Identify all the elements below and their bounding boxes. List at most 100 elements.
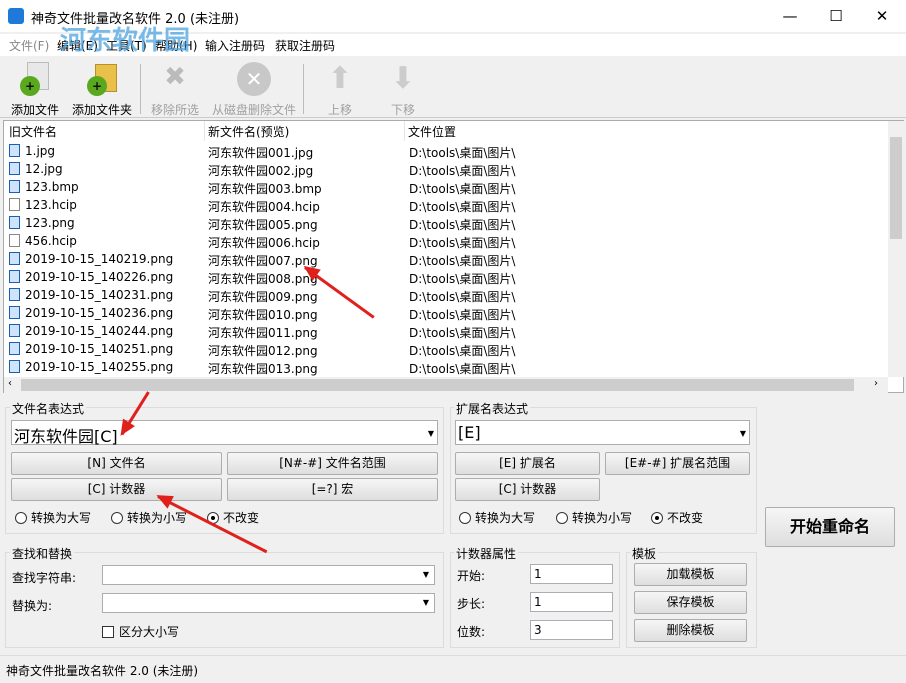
find-input[interactable]: ▼ xyxy=(102,565,435,585)
menu-file[interactable]: 文件(F) xyxy=(9,37,49,54)
file-location: D:\tools\桌面\图片\ xyxy=(409,326,516,340)
maximize-button[interactable]: ☐ xyxy=(813,0,859,32)
insert-macro-button[interactable]: [=?] 宏 xyxy=(227,478,438,501)
chevron-down-icon[interactable]: ▼ xyxy=(428,429,434,438)
old-filename: 2019-10-15_140219.png xyxy=(25,252,174,266)
load-template-button[interactable]: 加载模板 xyxy=(634,563,747,586)
old-filename: 123.hcip xyxy=(25,198,77,212)
add-folder-button[interactable]: + 添加文件夹 xyxy=(70,60,134,117)
menu-enter-code[interactable]: 输入注册码 xyxy=(205,37,265,54)
save-template-button[interactable]: 保存模板 xyxy=(634,591,747,614)
table-row[interactable]: 2019-10-15_140226.png 河东软件园008.png D:\to… xyxy=(4,268,888,286)
new-filename: 河东软件园009.png xyxy=(208,290,318,304)
chevron-down-icon[interactable]: ▼ xyxy=(423,598,429,607)
status-bar: 神奇文件批量改名软件 2.0 (未注册) xyxy=(0,655,906,683)
move-up-button[interactable]: ⬆ 上移 xyxy=(315,60,365,118)
menu-help[interactable]: 帮助(H) xyxy=(155,37,197,54)
filename-uppercase-radio[interactable]: 转换为大写 xyxy=(15,509,91,526)
move-down-button[interactable]: ⬇ 下移 xyxy=(378,60,428,118)
table-row[interactable]: 2019-10-15_140251.png 河东软件园012.png D:\to… xyxy=(4,340,888,358)
minimize-button[interactable]: — xyxy=(767,0,813,32)
table-row[interactable]: 1.jpg 河东软件园001.jpg D:\tools\桌面\图片\ xyxy=(4,142,888,160)
table-row[interactable]: 456.hcip 河东软件园006.hcip D:\tools\桌面\图片\ xyxy=(4,232,888,250)
old-filename: 2019-10-15_140244.png xyxy=(25,324,174,338)
old-filename: 2019-10-15_140226.png xyxy=(25,270,174,284)
old-filename: 12.jpg xyxy=(25,162,63,176)
insert-filename-button[interactable]: [N] 文件名 xyxy=(11,452,222,475)
new-filename: 河东软件园002.jpg xyxy=(208,164,314,178)
vertical-scrollbar[interactable] xyxy=(888,121,904,377)
horizontal-scrollbar[interactable]: ‹ › xyxy=(4,377,888,393)
image-file-icon xyxy=(9,306,20,319)
table-row[interactable]: 2019-10-15_140236.png 河东软件园010.png D:\to… xyxy=(4,304,888,322)
insert-counter-button[interactable]: [C] 计数器 xyxy=(11,478,222,501)
replace-input[interactable]: ▼ xyxy=(102,593,435,613)
add-file-icon: + xyxy=(18,62,52,96)
table-row[interactable]: 2019-10-15_140244.png 河东软件园011.png D:\to… xyxy=(4,322,888,340)
add-file-button[interactable]: + 添加文件 xyxy=(8,60,62,117)
arrow-down-icon: ⬇ xyxy=(390,61,416,96)
file-location: D:\tools\桌面\图片\ xyxy=(409,164,516,178)
menu-tools[interactable]: 工具(T) xyxy=(106,37,147,54)
table-row[interactable]: 2019-10-15_140255.png 河东软件园013.png D:\to… xyxy=(4,358,888,376)
scroll-left-icon[interactable]: ‹ xyxy=(8,378,12,389)
counter-step-input[interactable]: 1 xyxy=(530,592,613,612)
insert-filename-range-button[interactable]: [N#-#] 文件名范围 xyxy=(227,452,438,475)
file-location: D:\tools\桌面\图片\ xyxy=(409,308,516,322)
ext-uppercase-radio[interactable]: 转换为大写 xyxy=(459,509,535,526)
file-location: D:\tools\桌面\图片\ xyxy=(409,182,516,196)
insert-extension-range-button[interactable]: [E#-#] 扩展名范围 xyxy=(605,452,750,475)
menu-bar: 文件(F) 编辑(E) 工具(T) 帮助(H) 输入注册码 获取注册码 xyxy=(0,34,906,56)
horizontal-scroll-thumb[interactable] xyxy=(21,379,854,391)
new-filename: 河东软件园006.hcip xyxy=(208,236,320,250)
insert-ext-counter-button[interactable]: [C] 计数器 xyxy=(455,478,600,501)
new-filename: 河东软件园013.png xyxy=(208,362,318,376)
table-row[interactable]: 2019-10-15_140231.png 河东软件园009.png D:\to… xyxy=(4,286,888,304)
table-row[interactable]: 12.jpg 河东软件园002.jpg D:\tools\桌面\图片\ xyxy=(4,160,888,178)
file-list[interactable]: 旧文件名 新文件名(预览) 文件位置 1.jpg 河东软件园001.jpg D:… xyxy=(3,120,904,393)
insert-extension-button[interactable]: [E] 扩展名 xyxy=(455,452,600,475)
file-location: D:\tools\桌面\图片\ xyxy=(409,218,516,232)
column-header-new-name[interactable]: 新文件名(预览) xyxy=(208,123,289,141)
delete-template-button[interactable]: 删除模板 xyxy=(634,619,747,642)
old-filename: 2019-10-15_140236.png xyxy=(25,306,174,320)
table-row[interactable]: 123.hcip 河东软件园004.hcip D:\tools\桌面\图片\ xyxy=(4,196,888,214)
extension-expression-combo[interactable]: [E] ▼ xyxy=(455,420,750,445)
image-file-icon xyxy=(9,144,20,157)
file-location: D:\tools\桌面\图片\ xyxy=(409,272,516,286)
counter-digits-input[interactable]: 3 xyxy=(530,620,613,640)
scroll-right-icon[interactable]: › xyxy=(874,378,878,389)
ext-lowercase-radio[interactable]: 转换为小写 xyxy=(556,509,632,526)
add-folder-icon: + xyxy=(85,62,119,96)
table-row[interactable]: 123.png 河东软件园005.png D:\tools\桌面\图片\ xyxy=(4,214,888,232)
menu-get-code[interactable]: 获取注册码 xyxy=(275,37,335,54)
file-location: D:\tools\桌面\图片\ xyxy=(409,236,516,250)
filename-lowercase-radio[interactable]: 转换为小写 xyxy=(111,509,187,526)
new-filename: 河东软件园011.png xyxy=(208,326,318,340)
old-filename: 123.bmp xyxy=(25,180,79,194)
chevron-down-icon[interactable]: ▼ xyxy=(423,570,429,579)
file-location: D:\tools\桌面\图片\ xyxy=(409,362,516,376)
old-filename: 123.png xyxy=(25,216,75,230)
vertical-scroll-thumb[interactable] xyxy=(890,137,902,239)
chevron-down-icon[interactable]: ▼ xyxy=(740,429,746,438)
table-row[interactable]: 123.bmp 河东软件园003.bmp D:\tools\桌面\图片\ xyxy=(4,178,888,196)
remove-selected-button[interactable]: ✖ 移除所选 xyxy=(148,60,202,117)
filename-expression-combo[interactable]: 河东软件园[C] ▼ xyxy=(11,420,438,446)
table-row[interactable]: 2019-10-15_140219.png 河东软件园007.png D:\to… xyxy=(4,250,888,268)
menu-edit[interactable]: 编辑(E) xyxy=(57,37,98,54)
delete-from-disk-button[interactable]: ✕ 从磁盘删除文件 xyxy=(210,60,298,117)
counter-step-label: 步长: xyxy=(457,597,486,611)
ext-unchanged-radio[interactable]: 不改变 xyxy=(651,509,703,526)
case-sensitive-checkbox[interactable]: 区分大小写 xyxy=(102,623,179,640)
counter-start-input[interactable]: 1 xyxy=(530,564,613,584)
close-button[interactable]: ✕ xyxy=(859,0,905,32)
toolbar: + 添加文件 + 添加文件夹 ✖ 移除所选 ✕ 从磁盘删除文件 ⬆ 上移 ⬇ 下… xyxy=(0,58,906,118)
old-filename: 2019-10-15_140251.png xyxy=(25,342,174,356)
file-location: D:\tools\桌面\图片\ xyxy=(409,344,516,358)
column-header-location[interactable]: 文件位置 xyxy=(408,123,456,141)
old-filename: 1.jpg xyxy=(25,144,56,158)
start-rename-button[interactable]: 开始重命名 xyxy=(765,507,895,547)
image-file-icon xyxy=(9,288,20,301)
column-header-old-name[interactable]: 旧文件名 xyxy=(9,123,57,141)
